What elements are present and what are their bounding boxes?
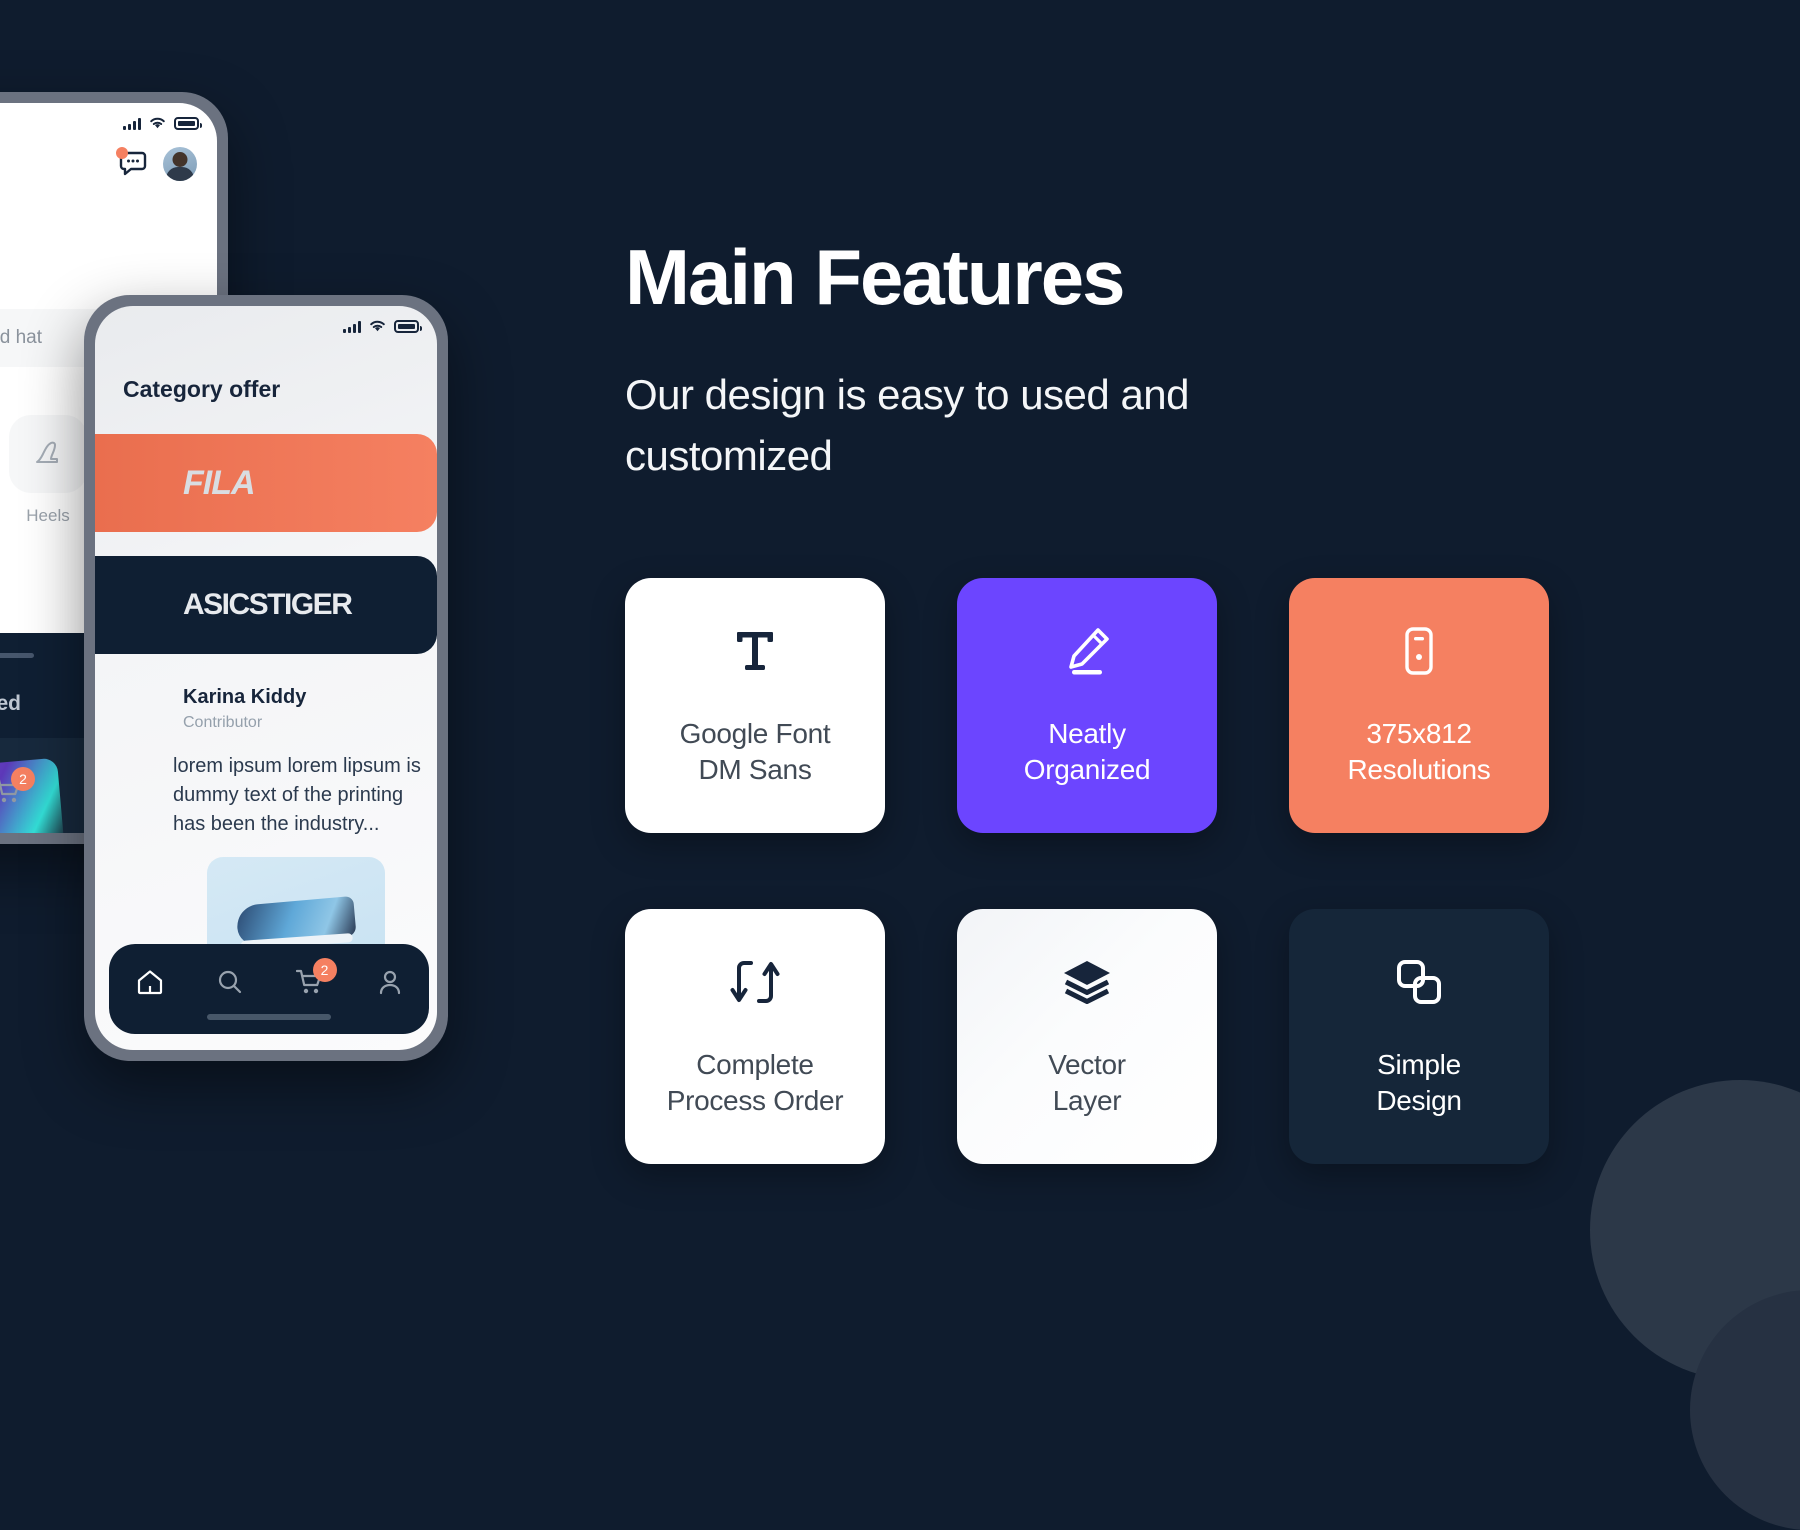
- nav-search-button[interactable]: [217, 969, 243, 995]
- phone-two-bottom-nav: 2: [109, 944, 429, 1034]
- page-title: Main Features: [625, 233, 1125, 321]
- phone-two-home-indicator: [207, 1014, 331, 1020]
- page-subtitle: Our design is easy to used and customize…: [625, 371, 1190, 479]
- review-body-text: lorem ipsum lorem lipsum is dummy text o…: [173, 755, 421, 835]
- battery-icon: [174, 116, 202, 130]
- cart-badge: 2: [312, 958, 337, 982]
- feature-card-google-font[interactable]: Google Font DM Sans: [625, 578, 885, 833]
- feature-card-label: Simple Design: [1376, 1048, 1462, 1116]
- nav-home-button[interactable]: [136, 969, 164, 995]
- tab-top-rated[interactable]: Top Rated: [0, 692, 21, 716]
- chat-button[interactable]: [116, 147, 148, 179]
- review-author-role: Contributor: [183, 714, 263, 731]
- search-placeholder: sneakers, shoes and hat: [0, 327, 43, 348]
- category-list: Sport Shoe Heels: [0, 415, 87, 526]
- category-label: Heels: [26, 506, 70, 525]
- phone-one-status-bar: [123, 116, 202, 130]
- wifi-icon: [150, 117, 165, 129]
- swap-arrows-icon: [728, 955, 782, 1009]
- asicstiger-logo: ASICSTIGER: [183, 588, 353, 621]
- brand-banner-asicstiger[interactable]: ASICSTIGER: [95, 556, 437, 654]
- feature-card-label: Complete Process Order: [666, 1048, 844, 1116]
- wifi-icon: [370, 320, 385, 332]
- fila-logo: FILA: [183, 463, 256, 502]
- feature-card-label: Vector Layer: [1048, 1048, 1126, 1116]
- review-author-name: Karina Kiddy: [183, 686, 307, 708]
- category-item-heels[interactable]: Heels: [9, 415, 87, 526]
- mobile-phone-icon: [1392, 624, 1446, 678]
- notification-dot: [116, 147, 128, 159]
- features-section: Main Features Our design is easy to used…: [625, 0, 1625, 1360]
- feature-card-neatly-organized[interactable]: Neatly Organized: [957, 578, 1217, 833]
- phone-one-top-actions: [116, 147, 197, 181]
- sheet-grab-handle[interactable]: [0, 653, 34, 658]
- phone-two-screen: Category offer FILA ASICSTIGER Karina Ki…: [95, 306, 437, 1050]
- pencil-edit-icon: [1060, 624, 1114, 678]
- feature-card-process-order[interactable]: Complete Process Order: [625, 909, 885, 1164]
- feature-card-grid: Google Font DM Sans Neatly Organized 375…: [625, 578, 1549, 1164]
- nav-cart-button[interactable]: 2: [295, 958, 337, 995]
- nav-profile-button[interactable]: [377, 969, 403, 995]
- phone-two-title: Category offer: [123, 376, 281, 402]
- phone-mockup-two: Category offer FILA ASICSTIGER Karina Ki…: [84, 295, 448, 1061]
- battery-icon: [394, 319, 422, 333]
- search-icon: [218, 970, 241, 994]
- blue-sneaker-image: [235, 895, 357, 947]
- cart-badge: 2: [11, 767, 35, 791]
- phone-two-status-bar: [343, 319, 422, 333]
- feature-card-label: 375x812 Resolutions: [1347, 717, 1491, 785]
- avatar[interactable]: [163, 147, 197, 181]
- text-format-icon: [728, 624, 782, 678]
- brand-banner-fila[interactable]: FILA: [95, 434, 437, 532]
- signal-bars-icon: [343, 320, 361, 333]
- feature-card-resolutions[interactable]: 375x812 Resolutions: [1289, 578, 1549, 833]
- feature-card-simple-design[interactable]: Simple Design: [1289, 909, 1549, 1164]
- shapes-copy-icon: [1392, 955, 1446, 1009]
- profile-icon: [379, 970, 400, 995]
- decorative-circle-small: [1690, 1290, 1800, 1530]
- feature-card-vector-layer[interactable]: Vector Layer: [957, 909, 1217, 1164]
- feature-card-label: Google Font DM Sans: [679, 717, 831, 785]
- heel-shoe-icon: [9, 415, 87, 493]
- feature-card-label: Neatly Organized: [1023, 717, 1151, 785]
- nav-cart-button[interactable]: 2: [0, 767, 35, 804]
- home-icon: [137, 970, 162, 995]
- layers-stack-icon: [1060, 955, 1114, 1009]
- signal-bars-icon: [123, 117, 141, 130]
